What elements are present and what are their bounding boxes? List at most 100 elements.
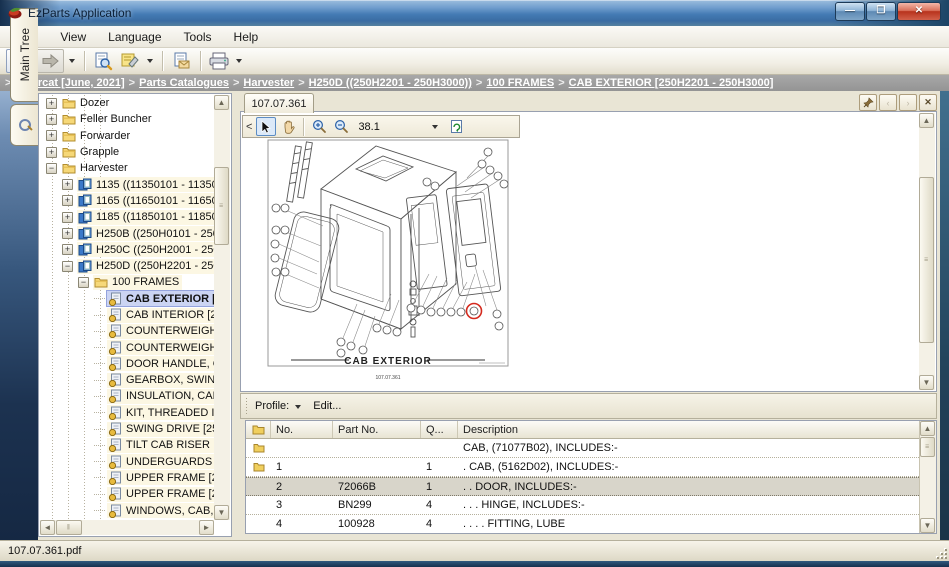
tree-vscroll-thumb[interactable]: ≡ [214, 167, 229, 245]
minimize-button[interactable]: — [835, 2, 865, 21]
forward-button[interactable] [36, 49, 64, 73]
zoom-dropdown-caret[interactable] [432, 125, 438, 129]
tree-item[interactable]: +H250C ((250H2001 - 250H2 [40, 242, 214, 258]
refresh-button[interactable] [447, 117, 467, 136]
tree-expander[interactable]: + [62, 179, 73, 190]
print-dropdown[interactable] [233, 50, 244, 72]
column-header-no[interactable]: No. [271, 421, 333, 438]
scroll-left-button[interactable]: ◄ [40, 520, 55, 535]
zoom-out-button[interactable] [331, 117, 351, 136]
next-page-button[interactable]: › [899, 94, 917, 111]
select-tool-button[interactable] [256, 117, 276, 136]
tree-item[interactable]: +Dozer [40, 95, 214, 111]
tree-item[interactable]: −100 FRAMES [40, 274, 214, 290]
tree-expander[interactable]: − [46, 163, 57, 174]
table-vscroll-thumb[interactable]: ≡ [920, 437, 935, 457]
table-row[interactable]: 41009284. . . . FITTING, LUBE [246, 515, 919, 534]
profile-edit-link[interactable]: Edit... [313, 400, 341, 412]
header-folder-cell[interactable] [246, 421, 271, 438]
tree-expander[interactable]: + [62, 244, 73, 255]
tab-main-tree[interactable]: Main Tree [10, 8, 38, 102]
zoom-level-combobox[interactable]: 38.1 [358, 121, 379, 133]
tree-item[interactable]: INSULATION, CAB [2 [40, 388, 214, 404]
tree-expander[interactable]: + [62, 228, 73, 239]
tree-expander[interactable]: + [62, 212, 73, 223]
viewer-vertical-scrollbar[interactable]: ▲ ≡ ▼ [919, 113, 935, 390]
history-dropdown[interactable] [66, 50, 77, 72]
viewer-scroll-up[interactable]: ▲ [919, 113, 934, 128]
viewer-scroll-down[interactable]: ▼ [919, 375, 934, 390]
zoom-in-button[interactable] [309, 117, 329, 136]
table-scroll-up[interactable]: ▲ [920, 421, 935, 436]
menu-item-language[interactable]: Language [97, 27, 172, 47]
profile-dropdown-caret[interactable] [295, 405, 301, 409]
resize-grip[interactable] [935, 547, 947, 559]
tree-item[interactable]: +Feller Buncher [40, 111, 214, 127]
tree-item[interactable]: SWING DRIVE [250H [40, 421, 214, 437]
tree-item[interactable]: +Grapple [40, 144, 214, 160]
tree-expander[interactable]: + [46, 98, 57, 109]
tab-search[interactable] [10, 104, 38, 146]
scroll-down-button[interactable]: ▼ [214, 505, 229, 520]
tree-item[interactable]: COUNTERWEIGHT 10 [40, 323, 214, 339]
breadcrumb-link[interactable]: 100 FRAMES [486, 77, 554, 89]
toolbar-grip[interactable] [245, 398, 249, 414]
tree-item[interactable]: KIT, THREADED INSE [40, 405, 214, 421]
pan-tool-button[interactable] [278, 117, 298, 136]
tree-item[interactable]: +H250B ((250H0101 - 250H2 [40, 225, 214, 241]
column-header-part-no[interactable]: Part No. [333, 421, 421, 438]
menu-item-help[interactable]: Help [223, 27, 270, 47]
tree-item[interactable]: COUNTERWEIGHT 6 [40, 339, 214, 355]
tree-item[interactable]: GEARBOX, SWING DR [40, 372, 214, 388]
tree-hscroll-thumb[interactable]: ‖ [56, 520, 82, 535]
table-row[interactable]: 11. CAB, (5162D02), INCLUDES:- [246, 458, 919, 477]
breadcrumb-link[interactable]: H250D ((250H2201 - 250H3000)) [309, 77, 472, 89]
menu-item-tools[interactable]: Tools [173, 27, 223, 47]
breadcrumb-link[interactable]: Harvester [243, 77, 294, 89]
tree-horizontal-scrollbar[interactable]: ◄ ‖ ► [40, 520, 214, 535]
tree-item[interactable]: DOOR HANDLE, CAB [40, 356, 214, 372]
catalog-search-button[interactable] [90, 50, 116, 72]
tree-item[interactable]: +1165 ((11650101 - 1165050 [40, 193, 214, 209]
print-button[interactable] [206, 50, 232, 72]
tree-item[interactable]: UPPER FRAME [250H [40, 486, 214, 502]
table-row[interactable]: 3BN2994. . . HINGE, INCLUDES:- [246, 496, 919, 515]
close-button[interactable]: ✕ [897, 2, 941, 21]
column-header-description[interactable]: Description [458, 421, 936, 438]
edit-note-dropdown[interactable] [144, 50, 155, 72]
tree-item[interactable]: −H250D ((250H2201 - 250H3 [40, 258, 214, 274]
breadcrumb-link[interactable]: Parts Catalogues [139, 77, 229, 89]
tree-item[interactable]: +1135 ((11350101 - 1135050 [40, 176, 214, 192]
close-tab-button[interactable]: ✕ [919, 94, 937, 111]
column-header-qty[interactable]: Q... [421, 421, 458, 438]
table-row[interactable]: 272066B1. . DOOR, INCLUDES:- [246, 477, 919, 496]
maximize-button[interactable]: ❐ [866, 2, 896, 21]
viewer-vscroll-thumb[interactable]: ≡ [919, 177, 934, 343]
tree-expander[interactable]: + [62, 195, 73, 206]
tree-expander[interactable]: − [62, 261, 73, 272]
edit-note-button[interactable] [117, 50, 143, 72]
email-document-button[interactable] [168, 50, 194, 72]
table-vertical-scrollbar[interactable]: ▲ ≡ ▼ [919, 421, 936, 533]
menu-item-view[interactable]: View [49, 27, 97, 47]
table-scroll-down[interactable]: ▼ [920, 518, 935, 533]
tree-item[interactable]: WINDOWS, CAB, SLI [40, 502, 214, 518]
tree-expander[interactable]: + [46, 114, 57, 125]
tree-item[interactable]: UNDERGUARDS [250 [40, 454, 214, 470]
tree-item[interactable]: TILT CAB RISER INST [40, 437, 214, 453]
toolbar-collapse-handle[interactable]: < [243, 121, 255, 133]
pin-button[interactable] [859, 94, 877, 111]
tree-item[interactable]: +1185 ((11850101 - 1185050 [40, 209, 214, 225]
breadcrumb-link[interactable]: CAB EXTERIOR [250H2201 - 250H3000] [569, 77, 774, 89]
tree-item[interactable]: −Harvester [40, 160, 214, 176]
document-tab[interactable]: 107.07.361 [244, 93, 314, 113]
tree-vertical-scrollbar[interactable]: ▲ ≡ ▼ [214, 95, 230, 520]
tree-expander[interactable]: + [46, 130, 57, 141]
scroll-right-button[interactable]: ► [199, 520, 214, 535]
scroll-up-button[interactable]: ▲ [214, 95, 229, 110]
tree-expander[interactable]: + [46, 147, 57, 158]
tree-expander[interactable]: − [78, 277, 89, 288]
tree-item[interactable]: CAB EXTERIOR [ [40, 291, 214, 307]
cab-exterior-diagram[interactable]: CAB EXTERIOR 107.07.361 [261, 134, 513, 386]
tree-item[interactable]: +Forwarder [40, 128, 214, 144]
